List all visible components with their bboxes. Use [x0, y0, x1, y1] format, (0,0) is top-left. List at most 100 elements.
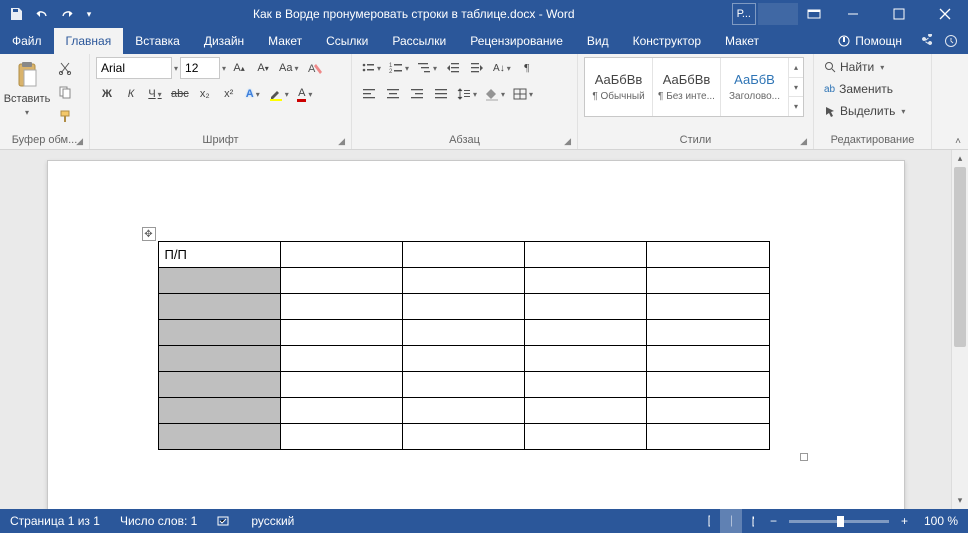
zoom-level[interactable]: 100 % — [914, 509, 968, 533]
align-center-button[interactable] — [382, 83, 404, 105]
numbering-button[interactable]: 12 — [386, 57, 412, 79]
tab-view[interactable]: Вид — [575, 28, 621, 54]
qat-save[interactable] — [4, 2, 28, 26]
tell-me[interactable]: Помощн — [829, 28, 910, 54]
select-button[interactable]: Выделить▾ — [820, 101, 925, 121]
account-name[interactable]: Р... — [732, 3, 756, 25]
strike-button[interactable]: abc — [168, 83, 192, 105]
replace-button[interactable]: abЗаменить — [820, 79, 925, 99]
window-close[interactable] — [922, 0, 968, 28]
cut-button[interactable] — [54, 57, 76, 79]
window-maximize[interactable] — [876, 0, 922, 28]
multilevel-button[interactable] — [414, 57, 440, 79]
subscript-button[interactable]: x₂ — [194, 83, 216, 105]
line-spacing-button[interactable] — [454, 83, 480, 105]
shading-button[interactable] — [482, 83, 508, 105]
scroll-up-button[interactable]: ▴ — [952, 150, 968, 167]
styles-launcher[interactable]: ◢ — [800, 136, 807, 147]
align-left-button[interactable] — [358, 83, 380, 105]
table-cell-header[interactable]: П/П — [158, 242, 280, 268]
paste-button[interactable]: Вставить — [6, 57, 48, 127]
style-normal[interactable]: АаБбВв¶ Обычный — [585, 58, 653, 116]
tab-insert[interactable]: Вставка — [123, 28, 192, 54]
status-spellcheck[interactable] — [207, 509, 241, 533]
font-launcher[interactable]: ◢ — [338, 136, 345, 147]
align-right-button[interactable] — [406, 83, 428, 105]
table-move-handle[interactable]: ✥ — [142, 227, 156, 241]
share-icon[interactable] — [920, 34, 934, 48]
tab-mailings[interactable]: Рассылки — [380, 28, 458, 54]
styles-expand[interactable]: ▾ — [789, 97, 803, 116]
superscript-button[interactable]: x² — [218, 83, 240, 105]
table-cell-selected[interactable] — [158, 372, 280, 398]
scroll-thumb[interactable] — [954, 167, 966, 347]
table-cell-selected[interactable] — [158, 320, 280, 346]
history-icon[interactable] — [944, 34, 958, 48]
text-effects-button[interactable]: A — [242, 83, 264, 105]
scroll-down-button[interactable]: ▾ — [952, 492, 968, 509]
vertical-scrollbar[interactable]: ▴ ▾ — [951, 150, 968, 509]
window-minimize[interactable] — [830, 0, 876, 28]
view-web[interactable] — [742, 509, 764, 533]
styles-scroll-down[interactable]: ▾ — [789, 78, 803, 98]
account-avatar[interactable] — [758, 3, 798, 25]
zoom-slider[interactable] — [789, 520, 889, 523]
collapse-ribbon-button[interactable]: ˄ — [950, 136, 966, 147]
change-case-button[interactable]: Aa — [276, 57, 301, 79]
status-words[interactable]: Число слов: 1 — [110, 509, 207, 533]
tab-table-layout[interactable]: Макет — [713, 28, 771, 54]
bullets-button[interactable] — [358, 57, 384, 79]
table-cell-selected[interactable] — [158, 346, 280, 372]
document-area[interactable]: ✥ П/П — [0, 150, 951, 509]
underline-button[interactable]: Ч — [144, 83, 166, 105]
font-name-dropdown[interactable]: ▾ — [174, 64, 178, 73]
table-cell-selected[interactable] — [158, 398, 280, 424]
tab-layout[interactable]: Макет — [256, 28, 314, 54]
styles-scroll-up[interactable]: ▴ — [789, 58, 803, 78]
qat-customize[interactable]: ▾ — [82, 2, 96, 26]
para-launcher[interactable]: ◢ — [564, 136, 571, 147]
tab-file[interactable]: Файл — [0, 28, 54, 54]
clear-formatting-button[interactable]: A — [304, 57, 326, 79]
zoom-in-button[interactable]: + — [895, 509, 914, 533]
zoom-knob[interactable] — [837, 516, 844, 527]
qat-redo[interactable] — [56, 2, 80, 26]
tab-review[interactable]: Рецензирование — [458, 28, 575, 54]
table-cell-selected[interactable] — [158, 424, 280, 450]
style-nospacing[interactable]: АаБбВв¶ Без инте... — [653, 58, 721, 116]
table-resize-handle[interactable] — [800, 453, 808, 461]
qat-undo[interactable] — [30, 2, 54, 26]
highlight-button[interactable] — [266, 83, 292, 105]
indent-increase-button[interactable] — [466, 57, 488, 79]
indent-decrease-button[interactable] — [442, 57, 464, 79]
document-table[interactable]: П/П — [158, 241, 770, 450]
borders-button[interactable] — [510, 83, 536, 105]
sort-button[interactable]: A↓ — [490, 57, 514, 79]
font-size-input[interactable] — [180, 57, 220, 79]
shrink-font-button[interactable]: A▾ — [252, 57, 274, 79]
tab-design[interactable]: Дизайн — [192, 28, 256, 54]
copy-button[interactable] — [54, 81, 76, 103]
view-read[interactable] — [698, 509, 720, 533]
status-page[interactable]: Страница 1 из 1 — [0, 509, 110, 533]
find-button[interactable]: Найти▾ — [820, 57, 925, 77]
view-print[interactable] — [720, 509, 742, 533]
format-painter-button[interactable] — [54, 105, 76, 127]
clipboard-launcher[interactable]: ◢ — [76, 136, 83, 147]
align-justify-button[interactable] — [430, 83, 452, 105]
tab-references[interactable]: Ссылки — [314, 28, 380, 54]
font-name-input[interactable] — [96, 57, 172, 79]
italic-button[interactable]: К — [120, 83, 142, 105]
zoom-out-button[interactable]: − — [764, 509, 783, 533]
font-color-button[interactable]: A — [294, 83, 316, 105]
font-size-dropdown[interactable]: ▾ — [222, 64, 226, 73]
table-cell-selected[interactable] — [158, 268, 280, 294]
styles-gallery[interactable]: АаБбВв¶ Обычный АаБбВв¶ Без инте... АаБб… — [584, 57, 804, 117]
tab-home[interactable]: Главная — [54, 28, 124, 54]
grow-font-button[interactable]: A▴ — [228, 57, 250, 79]
scroll-track[interactable] — [952, 167, 968, 492]
style-heading1[interactable]: АаБбВЗаголово... — [721, 58, 789, 116]
show-marks-button[interactable]: ¶ — [516, 57, 538, 79]
status-language[interactable]: русский — [241, 509, 304, 533]
table-cell-selected[interactable] — [158, 294, 280, 320]
